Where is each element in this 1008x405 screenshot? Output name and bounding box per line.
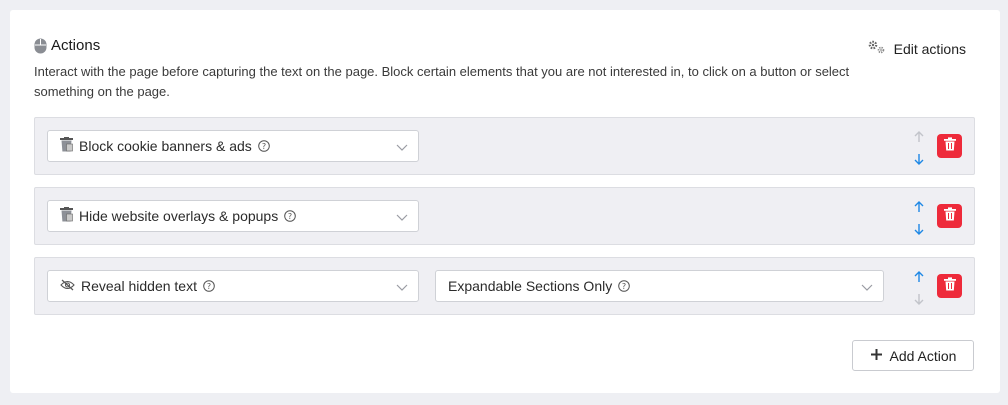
action-row: Hide website overlays & popups ?: [34, 187, 975, 245]
svg-text:?: ?: [288, 212, 292, 221]
action-label: Hide website overlays & popups: [79, 208, 279, 224]
arrow-down-icon[interactable]: [912, 152, 926, 171]
trash-can-icon: [60, 207, 73, 225]
svg-text:?: ?: [262, 142, 266, 151]
chevron-down-icon: [396, 140, 408, 156]
chevron-down-icon: [861, 280, 873, 296]
action-label: Reveal hidden text: [81, 278, 197, 294]
reorder-controls: [912, 270, 926, 306]
action-type-select[interactable]: Reveal hidden text ?: [47, 270, 419, 302]
action-row: Block cookie banners & ads ?: [34, 117, 975, 175]
edit-actions-label: Edit actions: [893, 40, 966, 57]
arrow-down-icon[interactable]: [912, 222, 926, 241]
plus-icon: [870, 348, 883, 364]
action-type-select[interactable]: Hide website overlays & popups ?: [47, 200, 419, 232]
reorder-controls: [912, 130, 926, 166]
delete-action-button[interactable]: [937, 204, 962, 228]
trash-can-icon: [60, 137, 73, 155]
action-row: Reveal hidden text ? Expandable Sections…: [34, 257, 975, 315]
gears-icon: [868, 40, 886, 57]
chevron-down-icon: [396, 280, 408, 296]
edit-actions-button[interactable]: Edit actions: [868, 40, 966, 57]
add-action-button[interactable]: Add Action: [852, 340, 974, 371]
help-icon[interactable]: ?: [618, 280, 631, 292]
help-icon[interactable]: ?: [257, 140, 270, 152]
add-action-label: Add Action: [889, 347, 957, 364]
delete-action-button[interactable]: [937, 274, 962, 298]
reveal-option-label: Expandable Sections Only: [448, 278, 613, 294]
trash-icon: [943, 136, 956, 156]
trash-icon: [943, 276, 956, 296]
eye-slash-icon: [60, 278, 75, 294]
reveal-option-select[interactable]: Expandable Sections Only ?: [435, 270, 884, 302]
arrow-up-icon[interactable]: [912, 200, 926, 219]
section-title: Actions: [34, 37, 100, 54]
help-icon[interactable]: ?: [203, 280, 215, 292]
arrow-up-icon[interactable]: [912, 130, 926, 149]
section-title-text: Actions: [51, 37, 101, 54]
arrow-up-icon[interactable]: [912, 270, 926, 289]
action-type-select[interactable]: Block cookie banners & ads ?: [47, 130, 419, 162]
chevron-down-icon: [396, 210, 408, 226]
help-icon[interactable]: ?: [284, 210, 297, 222]
arrow-down-icon[interactable]: [912, 292, 926, 311]
mouse-icon: [34, 38, 47, 54]
section-description: Interact with the page before capturing …: [34, 64, 850, 99]
svg-text:?: ?: [207, 282, 211, 291]
svg-text:?: ?: [622, 282, 626, 291]
actions-panel: Actions Edit actions Interact with the p…: [10, 10, 1000, 393]
reorder-controls: [912, 200, 926, 236]
action-label: Block cookie banners & ads: [79, 138, 252, 154]
trash-icon: [943, 206, 956, 226]
delete-action-button[interactable]: [937, 134, 962, 158]
